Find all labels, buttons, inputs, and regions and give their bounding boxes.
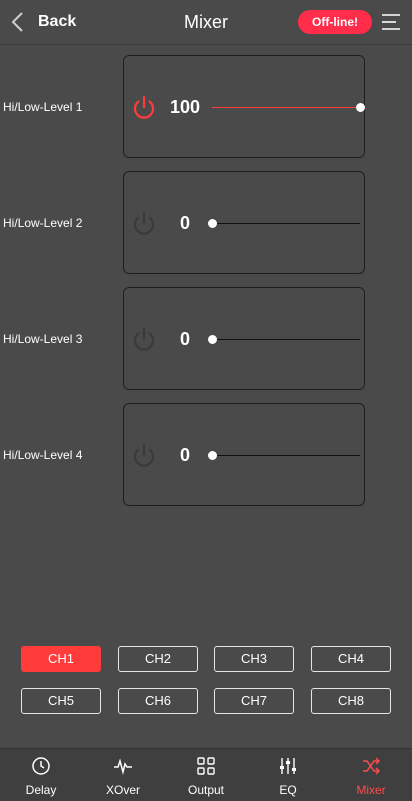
level-card: 0 bbox=[123, 171, 365, 274]
sliders-icon bbox=[280, 758, 296, 774]
level-label: Hi/Low-Level 4 bbox=[3, 448, 83, 462]
level-label: Hi/Low-Level 1 bbox=[3, 100, 83, 114]
slider-knob[interactable] bbox=[207, 219, 217, 228]
nav-item-eq[interactable]: EQ bbox=[247, 749, 329, 801]
channel-button-ch3[interactable]: CH3 bbox=[214, 646, 294, 672]
channel-button-ch4[interactable]: CH4 bbox=[311, 646, 391, 672]
nav-label: Delay bbox=[25, 783, 57, 797]
level-value: 0 bbox=[179, 213, 190, 233]
nav-item-output[interactable]: Output bbox=[165, 749, 247, 801]
level-value: 0 bbox=[179, 329, 190, 349]
back-label: Back bbox=[38, 13, 77, 30]
power-icon[interactable] bbox=[130, 210, 158, 238]
level-slider[interactable] bbox=[207, 450, 364, 462]
power-icon[interactable] bbox=[130, 94, 158, 122]
nav-item-xover[interactable]: XOver bbox=[82, 749, 164, 801]
level-slider[interactable] bbox=[207, 218, 364, 230]
level-card: 100 bbox=[123, 55, 365, 158]
header-bar: Back Mixer Off-line! bbox=[0, 0, 412, 45]
waveform-icon bbox=[114, 758, 132, 775]
channel-button-ch8[interactable]: CH8 bbox=[311, 688, 391, 714]
level-row-4: Hi/Low-Level 4 0 bbox=[0, 403, 412, 507]
level-label: Hi/Low-Level 2 bbox=[3, 216, 83, 230]
level-card: 0 bbox=[123, 403, 365, 506]
slider-track bbox=[212, 455, 360, 456]
status-badge: Off-line! bbox=[298, 10, 372, 34]
nav-label: Mixer bbox=[356, 783, 386, 797]
level-slider[interactable] bbox=[207, 334, 364, 346]
nav-item-mixer[interactable]: Mixer bbox=[330, 749, 412, 801]
slider-track bbox=[212, 223, 360, 224]
slider-track bbox=[212, 339, 360, 340]
bottom-nav: Delay XOver Output EQ Mixer bbox=[0, 748, 412, 801]
nav-label: EQ bbox=[279, 783, 297, 797]
level-label: Hi/Low-Level 3 bbox=[3, 332, 83, 346]
level-slider[interactable] bbox=[208, 102, 365, 114]
level-row-2: Hi/Low-Level 2 0 bbox=[0, 171, 412, 275]
slider-knob[interactable] bbox=[207, 451, 217, 460]
power-icon[interactable] bbox=[130, 326, 158, 354]
shuffle-icon bbox=[363, 757, 381, 775]
slider-knob[interactable] bbox=[207, 335, 217, 344]
channel-button-ch2[interactable]: CH2 bbox=[118, 646, 198, 672]
back-button[interactable]: Back bbox=[10, 0, 76, 44]
menu-icon[interactable] bbox=[381, 12, 401, 32]
level-row-3: Hi/Low-Level 3 0 bbox=[0, 287, 412, 391]
slider-knob[interactable] bbox=[355, 103, 365, 112]
level-row-1: Hi/Low-Level 1 100 bbox=[0, 55, 412, 159]
clock-icon bbox=[32, 757, 50, 775]
channel-button-ch1[interactable]: CH1 bbox=[21, 646, 101, 672]
channel-button-ch7[interactable]: CH7 bbox=[214, 688, 294, 714]
level-value: 0 bbox=[179, 445, 190, 465]
chevron-left-icon bbox=[11, 12, 23, 32]
nav-label: XOver bbox=[105, 783, 140, 797]
nav-item-delay[interactable]: Delay bbox=[0, 749, 82, 801]
channel-button-ch6[interactable]: CH6 bbox=[118, 688, 198, 714]
grid-icon bbox=[197, 757, 215, 775]
channel-button-ch5[interactable]: CH5 bbox=[21, 688, 101, 714]
nav-label: Output bbox=[187, 783, 225, 797]
power-icon[interactable] bbox=[130, 442, 158, 470]
level-card: 0 bbox=[123, 287, 365, 390]
slider-fill bbox=[212, 107, 360, 108]
level-value: 100 bbox=[169, 97, 201, 117]
